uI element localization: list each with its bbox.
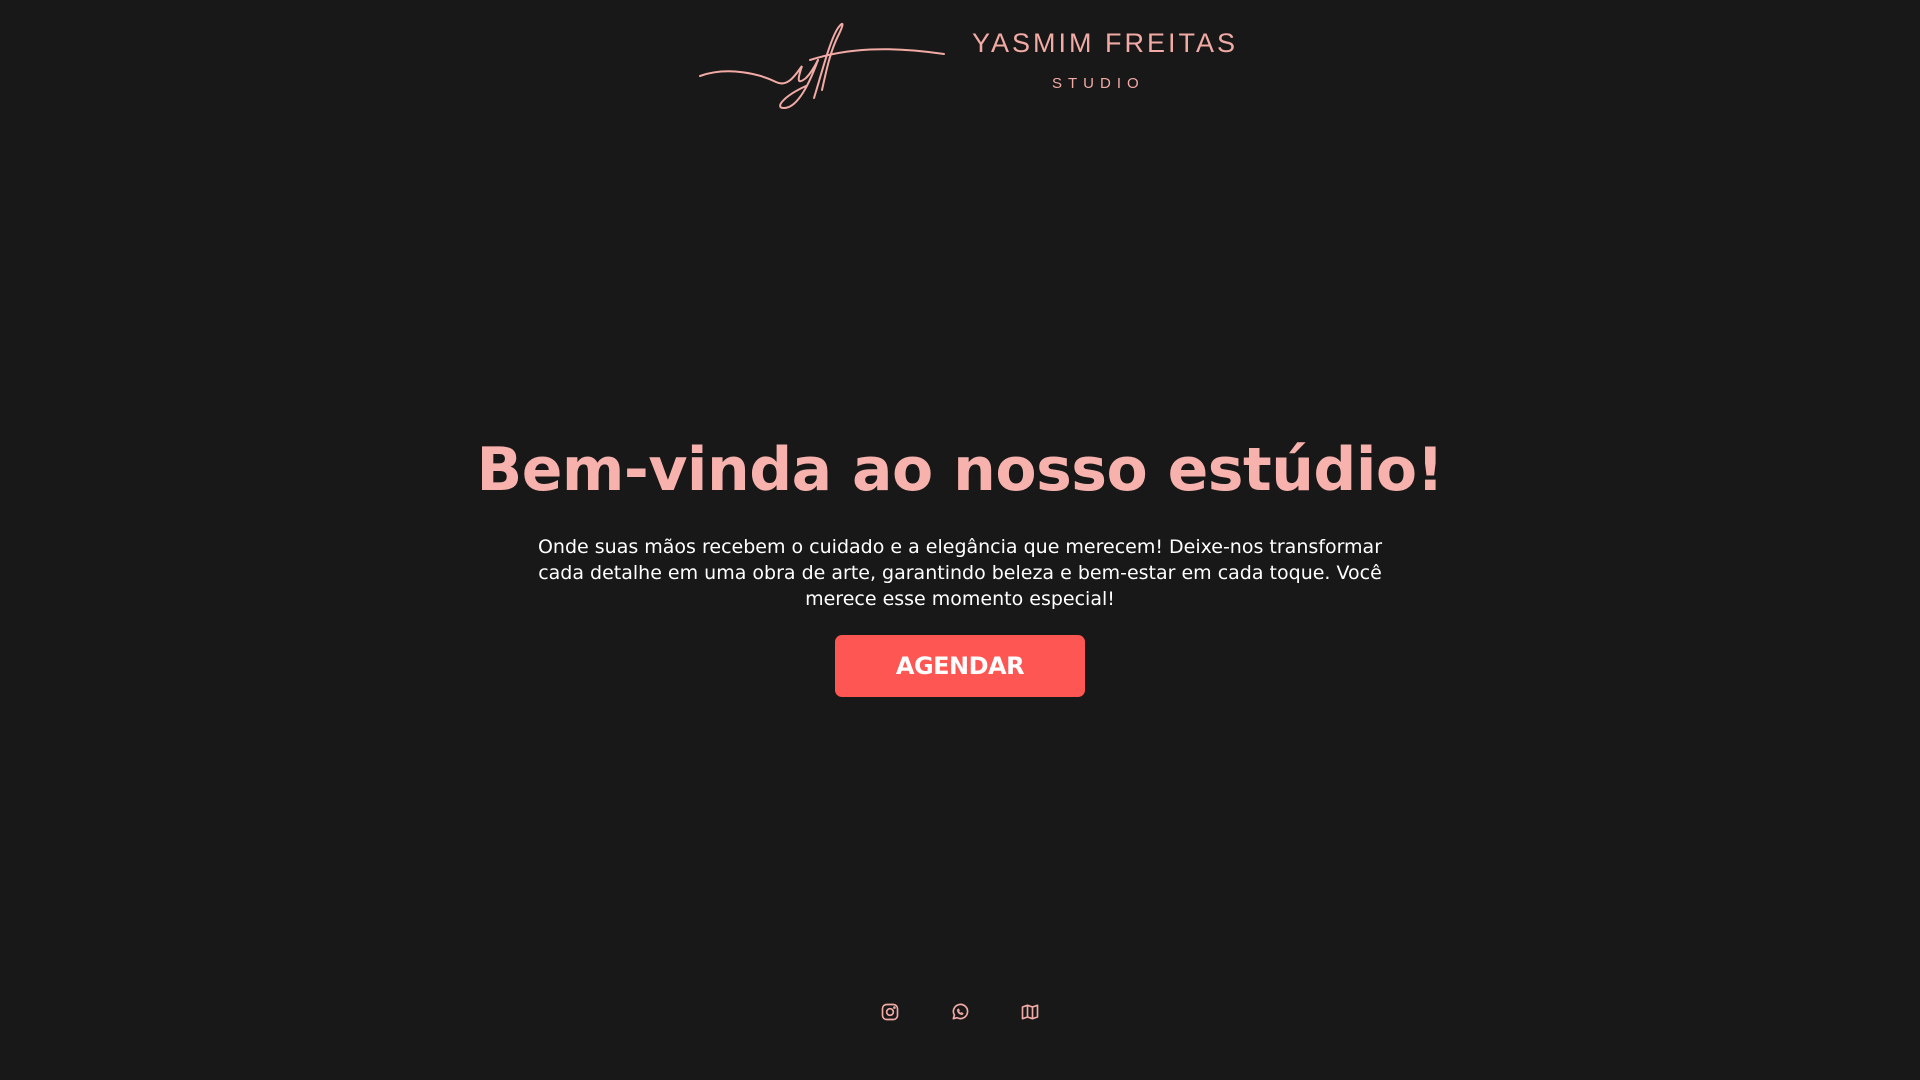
hero-description: Onde suas mãos recebem o cuidado e a ele… (537, 536, 1383, 610)
brand-logo[interactable]: YASMIM FREITAS STUDIO (698, 12, 1235, 112)
hero-title: Bem-vinda ao nosso estúdio! (476, 435, 1444, 505)
map-link[interactable] (1020, 1002, 1040, 1022)
brand-name: YASMIM FREITAS (972, 28, 1239, 58)
social-links (0, 1002, 1920, 1026)
whatsapp-icon (952, 1003, 969, 1020)
instagram-icon (881, 1003, 899, 1021)
hero-section: Bem-vinda ao nosso estúdio! Onde suas mã… (460, 428, 1460, 697)
instagram-link[interactable] (880, 1002, 900, 1022)
map-icon (1021, 1004, 1039, 1020)
whatsapp-link[interactable] (950, 1002, 970, 1022)
monogram-signature-icon (699, 22, 945, 110)
agendar-button[interactable]: AGENDAR (835, 635, 1085, 697)
brand-subtitle: STUDIO (1052, 75, 1145, 92)
